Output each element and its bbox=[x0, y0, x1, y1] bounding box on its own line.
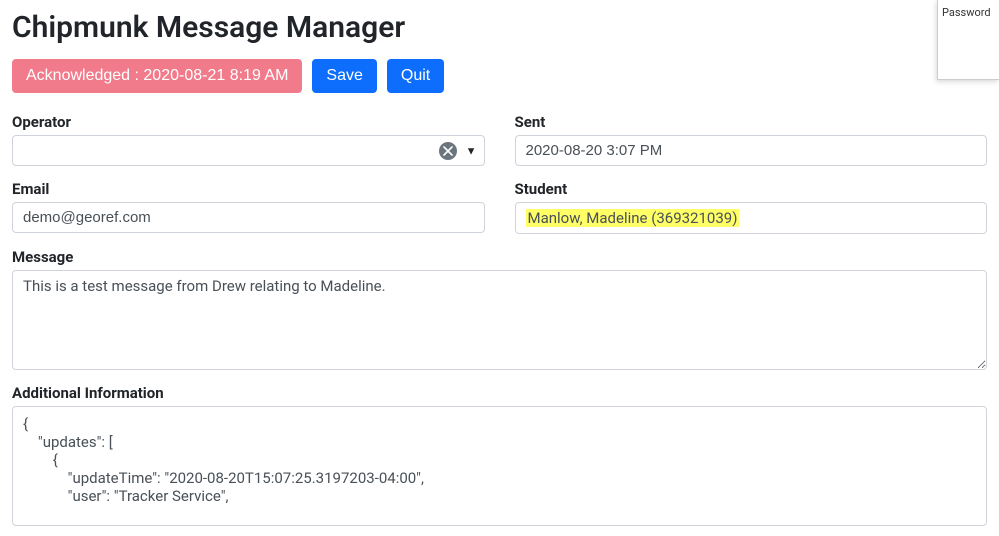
sent-label: Sent bbox=[515, 113, 988, 131]
email-input[interactable] bbox=[12, 202, 485, 233]
operator-label: Operator bbox=[12, 113, 485, 131]
student-label: Student bbox=[515, 180, 988, 198]
student-input[interactable]: Manlow, Madeline (369321039) bbox=[515, 202, 988, 234]
additional-label: Additional Information bbox=[12, 384, 987, 402]
acknowledged-button[interactable]: Acknowledged : 2020-08-21 8:19 AM bbox=[12, 59, 302, 93]
password-popup-label: Password bbox=[942, 6, 991, 19]
clear-icon[interactable] bbox=[439, 142, 457, 160]
email-label: Email bbox=[12, 180, 485, 198]
message-label: Message bbox=[12, 248, 987, 266]
password-autofill-popup[interactable]: Password bbox=[937, 0, 999, 80]
action-button-row: Acknowledged : 2020-08-21 8:19 AM Save Q… bbox=[12, 59, 987, 93]
sent-input[interactable] bbox=[515, 135, 988, 166]
page-title: Chipmunk Message Manager bbox=[12, 10, 987, 45]
caret-down-icon[interactable]: ▼ bbox=[466, 144, 477, 157]
additional-info-box[interactable]: { "updates": [ { "updateTime": "2020-08-… bbox=[12, 406, 987, 526]
student-value-highlight: Manlow, Madeline (369321039) bbox=[526, 209, 740, 227]
message-textarea[interactable] bbox=[12, 270, 987, 370]
save-button[interactable]: Save bbox=[312, 59, 376, 93]
quit-button[interactable]: Quit bbox=[387, 59, 444, 93]
operator-input[interactable] bbox=[12, 135, 485, 166]
